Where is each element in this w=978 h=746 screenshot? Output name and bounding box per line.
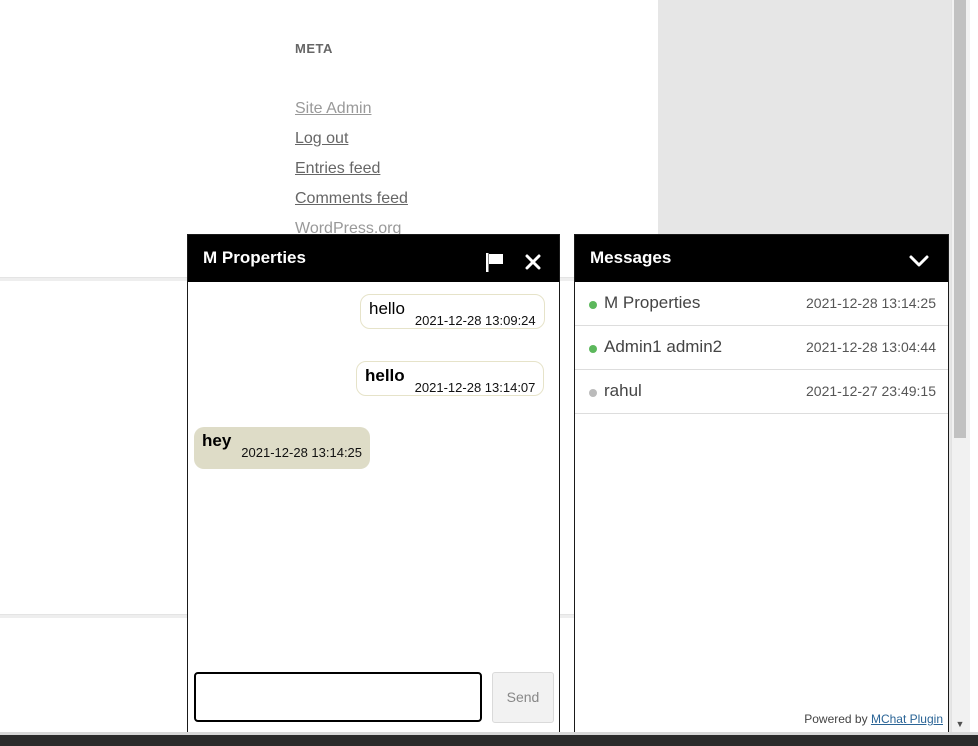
mchat-plugin-link[interactable]: MChat Plugin xyxy=(871,712,943,726)
messages-title: Messages xyxy=(590,248,672,267)
close-icon[interactable] xyxy=(523,252,543,272)
chat-message-time: 2021-12-28 13:14:07 xyxy=(414,380,536,395)
chat-message-text: hey xyxy=(202,431,232,450)
flag-icon[interactable] xyxy=(484,251,506,273)
comments-feed-link[interactable]: Comments feed xyxy=(295,190,408,207)
chat-message-input[interactable] xyxy=(194,672,482,722)
powered-by: Powered by MChat Plugin xyxy=(804,712,943,726)
conversation-time: 2021-12-27 23:49:15 xyxy=(806,383,936,399)
chat-message-time: 2021-12-28 13:14:25 xyxy=(241,445,363,460)
chevron-down-icon[interactable] xyxy=(908,253,930,269)
online-status-icon xyxy=(589,301,597,309)
chat-title: M Properties xyxy=(203,248,306,267)
conversation-name: Admin1 admin2 xyxy=(604,337,723,356)
meta-link-item: Entries feed xyxy=(295,159,408,189)
conversation-list: M Properties 2021-12-28 13:14:25 Admin1 … xyxy=(575,282,948,414)
chat-header: M Properties xyxy=(188,235,559,282)
scroll-down-arrow-icon[interactable]: ▼ xyxy=(953,717,967,731)
messages-header[interactable]: Messages xyxy=(575,235,948,282)
meta-link-item: Log out xyxy=(295,129,408,159)
log-out-link[interactable]: Log out xyxy=(295,130,348,147)
site-admin-link[interactable]: Site Admin xyxy=(295,100,371,117)
meta-link-item: Comments feed xyxy=(295,189,408,219)
messages-panel: Messages M Properties 2021-12-28 13:14:2… xyxy=(574,234,949,734)
chat-message-time: 2021-12-28 13:09:24 xyxy=(414,313,536,328)
chat-window: M Properties hello 2021-12-28 13:09:24 he… xyxy=(187,234,560,734)
conversation-item[interactable]: rahul 2021-12-27 23:49:15 xyxy=(575,370,948,414)
scrollbar-thumb[interactable] xyxy=(954,0,966,438)
chat-message-text: hello xyxy=(365,366,405,385)
conversation-name: M Properties xyxy=(604,293,701,312)
chat-message: hello 2021-12-28 13:09:24 xyxy=(360,294,545,329)
entries-feed-link[interactable]: Entries feed xyxy=(295,160,380,177)
chat-message-text: hello xyxy=(369,299,405,318)
online-status-icon xyxy=(589,345,597,353)
meta-links-list: Site Admin Log out Entries feed Comments… xyxy=(295,99,408,249)
meta-widget-title: META xyxy=(295,41,333,56)
conversation-name: rahul xyxy=(604,381,642,400)
taskbar xyxy=(0,735,978,746)
chat-message: hey 2021-12-28 13:14:25 xyxy=(194,427,371,469)
conversation-time: 2021-12-28 13:14:25 xyxy=(806,295,936,311)
conversation-time: 2021-12-28 13:04:44 xyxy=(806,339,936,355)
powered-by-prefix: Powered by xyxy=(804,712,868,726)
conversation-item[interactable]: M Properties 2021-12-28 13:14:25 xyxy=(575,282,948,326)
chat-message: hello 2021-12-28 13:14:07 xyxy=(356,361,545,396)
offline-status-icon xyxy=(589,389,597,397)
meta-link-item: Site Admin xyxy=(295,99,408,129)
send-button[interactable]: Send xyxy=(492,672,554,723)
conversation-item[interactable]: Admin1 admin2 2021-12-28 13:04:44 xyxy=(575,326,948,370)
